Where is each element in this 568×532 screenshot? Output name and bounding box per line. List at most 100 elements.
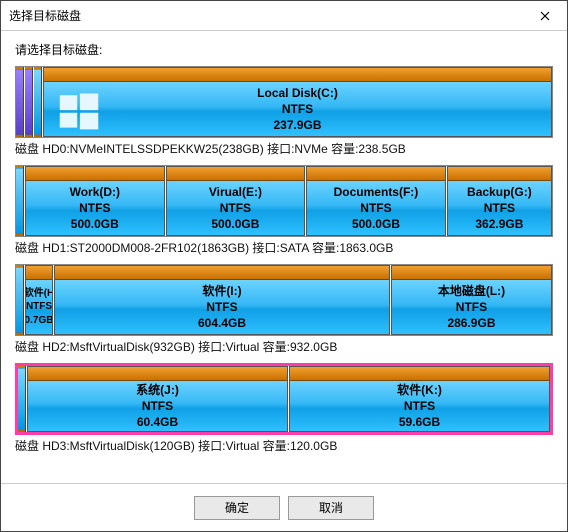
partition-header-bar (26, 266, 52, 280)
partition-name: 软件(I:) (198, 283, 246, 299)
partition[interactable]: Documents(F:)NTFS500.0GB (306, 166, 446, 236)
partition-name: 系统(J:) (136, 382, 179, 398)
partition-stub (16, 166, 24, 236)
partition-name: Virual(E:) (209, 184, 262, 200)
partition-info: 本地磁盘(L:)NTFS286.9GB (438, 283, 505, 332)
partition-fs: NTFS (438, 299, 505, 315)
partition-name: Work(D:) (70, 184, 120, 200)
partition-info: 软件(HNTFS0.7GB (25, 287, 53, 328)
disk-list: Local Disk(C:)NTFS237.9GB磁盘 HD0:NVMeINTE… (15, 66, 553, 454)
partition-info: Local Disk(C:)NTFS237.9GB (257, 85, 338, 134)
partition[interactable]: 系统(J:)NTFS60.4GB (27, 366, 288, 432)
partition-name: Local Disk(C:) (257, 85, 338, 101)
partition-size: 237.9GB (257, 117, 338, 133)
partition[interactable]: 软件(HNTFS0.7GB (25, 265, 53, 335)
disk-meta: 磁盘 HD3:MsftVirtualDisk(120GB) 接口:Virtual… (15, 437, 553, 454)
disk-meta: 磁盘 HD2:MsftVirtualDisk(932GB) 接口:Virtual… (15, 338, 553, 355)
disk-row[interactable]: Local Disk(C:)NTFS237.9GB (15, 66, 553, 138)
disk-row[interactable]: 软件(HNTFS0.7GB软件(I:)NTFS604.4GB本地磁盘(L:)NT… (15, 264, 553, 336)
partition-size: 0.7GB (25, 314, 53, 328)
partition-header-bar (26, 167, 164, 181)
disk-row[interactable]: Work(D:)NTFS500.0GBVirual(E:)NTFS500.0GB… (15, 165, 553, 237)
partition-fs: NTFS (209, 200, 262, 216)
partition[interactable]: Work(D:)NTFS500.0GB (25, 166, 165, 236)
partition[interactable]: 软件(I:)NTFS604.4GB (54, 265, 390, 335)
partition-size: 500.0GB (209, 216, 262, 232)
partition-fs: NTFS (70, 200, 120, 216)
windows-logo-icon (58, 90, 100, 132)
partition-body: 软件(I:)NTFS604.4GB (55, 280, 389, 334)
partition-header-bar (167, 167, 305, 181)
partition-body: Work(D:)NTFS500.0GB (26, 181, 164, 235)
partition-name: 本地磁盘(L:) (438, 283, 505, 299)
partition-fs: NTFS (397, 398, 442, 414)
partition-size: 500.0GB (70, 216, 120, 232)
cancel-button[interactable]: 取消 (288, 496, 374, 520)
partition[interactable]: Virual(E:)NTFS500.0GB (166, 166, 306, 236)
partition-fs: NTFS (25, 300, 53, 314)
partition-body: 本地磁盘(L:)NTFS286.9GB (392, 280, 551, 334)
dialog-window: 选择目标磁盘 请选择目标磁盘: Local Disk(C:)NTFS237.9G… (0, 0, 568, 532)
partition-info: 软件(I:)NTFS604.4GB (198, 283, 246, 332)
disk-meta: 磁盘 HD0:NVMeINTELSSDPEKKW25(238GB) 接口:NVM… (15, 140, 553, 157)
partition-body: Backup(G:)NTFS362.9GB (448, 181, 551, 235)
partition-stub (18, 366, 26, 432)
disk-group: Work(D:)NTFS500.0GBVirual(E:)NTFS500.0GB… (15, 165, 553, 256)
partition-fs: NTFS (136, 398, 179, 414)
partition-name: Documents(F:) (334, 184, 419, 200)
partition-name: 软件(K:) (397, 382, 442, 398)
partition[interactable]: Backup(G:)NTFS362.9GB (447, 166, 552, 236)
partition-size: 500.0GB (334, 216, 419, 232)
disk-group: Local Disk(C:)NTFS237.9GB 磁盘 HD0:NVMeINTE… (15, 66, 553, 157)
footer: 确定 取消 (1, 483, 567, 531)
partition-name: Backup(G:) (467, 184, 532, 200)
partition-name: 软件(H (25, 287, 53, 301)
partition-header-bar (392, 266, 551, 280)
partition-info: 软件(K:)NTFS59.6GB (397, 382, 442, 431)
partition-body: Documents(F:)NTFS500.0GB (307, 181, 445, 235)
partition[interactable]: 软件(K:)NTFS59.6GB (289, 366, 550, 432)
partition-size: 362.9GB (467, 216, 532, 232)
partition-size: 60.4GB (136, 414, 179, 430)
ok-button[interactable]: 确定 (194, 496, 280, 520)
partition-info: 系统(J:)NTFS60.4GB (136, 382, 179, 431)
close-icon (540, 11, 550, 21)
partition-header-bar (448, 167, 551, 181)
partition-body: 系统(J:)NTFS60.4GB (28, 381, 287, 431)
prompt-label: 请选择目标磁盘: (15, 41, 553, 58)
partition-info: Documents(F:)NTFS500.0GB (334, 184, 419, 233)
partition-stub (25, 67, 33, 137)
partition-body: Local Disk(C:)NTFS237.9GB (44, 82, 551, 136)
partition-body: 软件(HNTFS0.7GB (26, 280, 52, 334)
partition-header-bar (28, 367, 287, 381)
partition-header-bar (290, 367, 549, 381)
disk-row[interactable]: 系统(J:)NTFS60.4GB软件(K:)NTFS59.6GB (15, 363, 553, 435)
partition-body: 软件(K:)NTFS59.6GB (290, 381, 549, 431)
partition-header-bar (44, 68, 551, 82)
partition-fs: NTFS (257, 101, 338, 117)
partition-info: Work(D:)NTFS500.0GB (70, 184, 120, 233)
window-title: 选择目标磁盘 (9, 7, 81, 24)
partition-fs: NTFS (198, 299, 246, 315)
partition[interactable]: 本地磁盘(L:)NTFS286.9GB (391, 265, 552, 335)
partition[interactable]: Local Disk(C:)NTFS237.9GB (43, 67, 552, 137)
disk-group: 系统(J:)NTFS60.4GB软件(K:)NTFS59.6GB磁盘 HD3:M… (15, 363, 553, 454)
partition-size: 286.9GB (438, 315, 505, 331)
disk-meta: 磁盘 HD1:ST2000DM008-2FR102(1863GB) 接口:SAT… (15, 239, 553, 256)
partition-stub (34, 67, 42, 137)
close-button[interactable] (522, 1, 567, 31)
partition-body: Virual(E:)NTFS500.0GB (167, 181, 305, 235)
partition-fs: NTFS (467, 200, 532, 216)
partition-header-bar (55, 266, 389, 280)
content-area: 请选择目标磁盘: Local Disk(C:)NTFS237.9GB磁盘 HD0… (1, 31, 567, 483)
partition-stub (16, 67, 24, 137)
partition-stub (16, 265, 24, 335)
partition-fs: NTFS (334, 200, 419, 216)
partition-info: Virual(E:)NTFS500.0GB (209, 184, 262, 233)
partition-size: 604.4GB (198, 315, 246, 331)
partition-header-bar (307, 167, 445, 181)
disk-group: 软件(HNTFS0.7GB软件(I:)NTFS604.4GB本地磁盘(L:)NT… (15, 264, 553, 355)
partition-size: 59.6GB (397, 414, 442, 430)
partition-info: Backup(G:)NTFS362.9GB (467, 184, 532, 233)
titlebar: 选择目标磁盘 (1, 1, 567, 31)
